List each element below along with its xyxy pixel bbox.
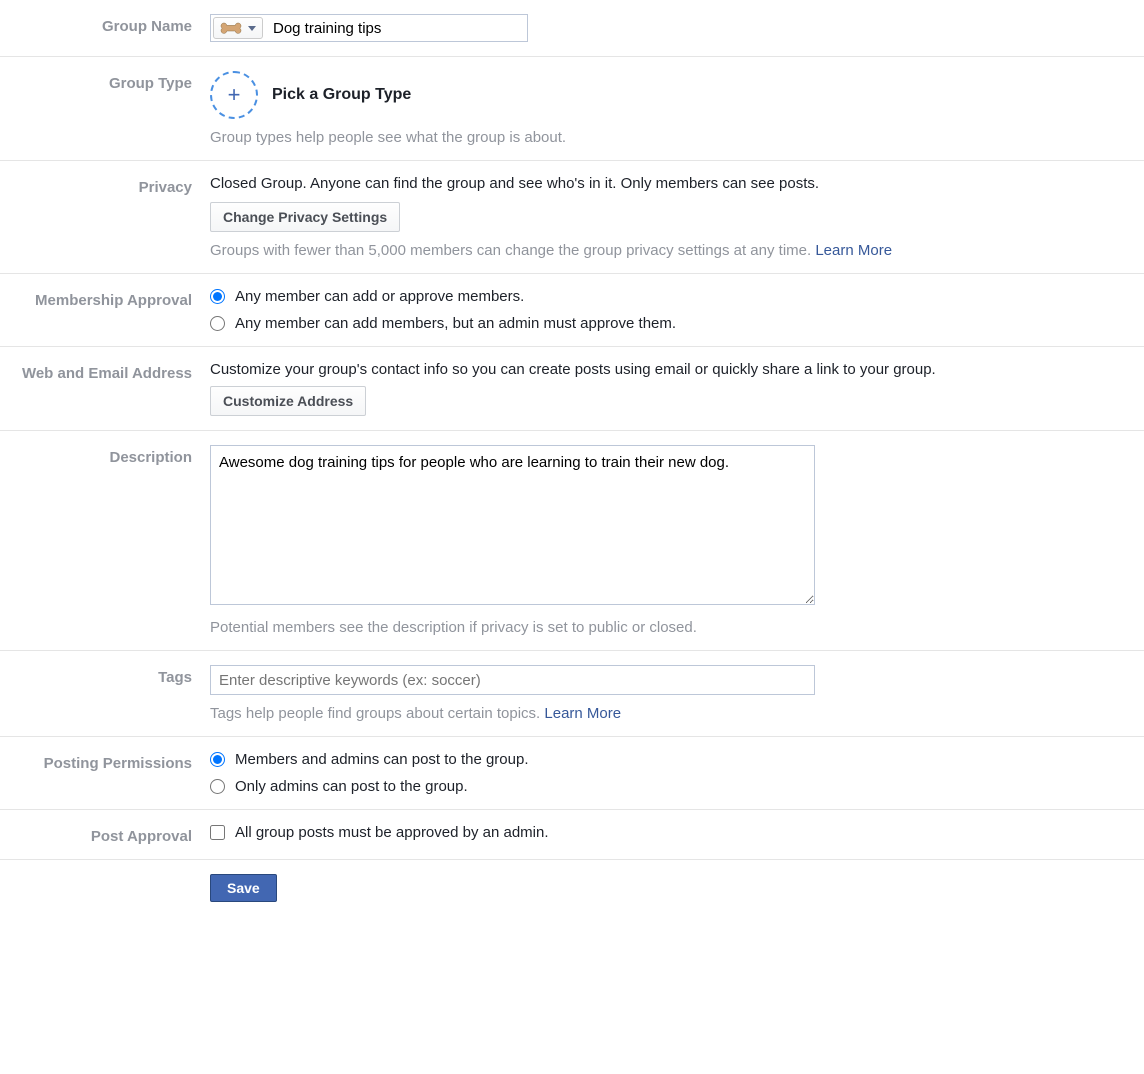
privacy-label: Privacy [0,175,210,259]
web-address-label: Web and Email Address [0,361,210,416]
description-help: Potential members see the description if… [210,619,1124,636]
membership-option-1-label: Any member can add or approve members. [235,288,524,305]
post-approval-checkbox-label: All group posts must be approved by an a… [235,824,549,841]
posting-option-1-radio[interactable] [210,752,225,767]
chevron-down-icon [248,26,256,31]
posting-permissions-row: Posting Permissions Members and admins c… [0,737,1144,810]
posting-option-2-label: Only admins can post to the group. [235,778,468,795]
tags-learn-more-link[interactable]: Learn More [544,705,621,722]
plus-icon: + [228,82,241,108]
privacy-row: Privacy Closed Group. Anyone can find th… [0,161,1144,274]
group-type-help: Group types help people see what the gro… [210,129,1124,146]
tags-input[interactable] [210,665,815,695]
customize-address-button[interactable]: Customize Address [210,386,366,416]
change-privacy-button[interactable]: Change Privacy Settings [210,202,400,232]
membership-approval-row: Membership Approval Any member can add o… [0,274,1144,347]
group-name-input[interactable] [267,16,527,40]
group-type-label: Group Type [0,71,210,146]
post-approval-label: Post Approval [0,824,210,845]
description-textarea[interactable] [210,445,815,605]
post-approval-row: Post Approval All group posts must be ap… [0,810,1144,860]
group-type-row: Group Type + Pick a Group Type Group typ… [0,57,1144,161]
membership-option-2-radio[interactable] [210,316,225,331]
tags-row: Tags Tags help people find groups about … [0,651,1144,737]
description-row: Description Potential members see the de… [0,431,1144,651]
group-name-field-wrapper [210,14,528,42]
pick-group-type-label: Pick a Group Type [272,86,411,104]
save-row: Save [0,860,1144,916]
posting-permissions-label: Posting Permissions [0,751,210,795]
membership-approval-label: Membership Approval [0,288,210,332]
privacy-description: Closed Group. Anyone can find the group … [210,175,1124,192]
web-address-description: Customize your group's contact info so y… [210,361,1124,378]
save-button[interactable]: Save [210,874,277,902]
bone-icon [220,21,242,35]
membership-option-2-label: Any member can add members, but an admin… [235,315,676,332]
membership-option-1-radio[interactable] [210,289,225,304]
add-group-type-button[interactable]: + [210,71,258,119]
tags-label: Tags [0,665,210,722]
web-address-row: Web and Email Address Customize your gro… [0,347,1144,431]
description-label: Description [0,445,210,636]
group-name-label: Group Name [0,14,210,42]
privacy-learn-more-link[interactable]: Learn More [815,242,892,259]
post-approval-checkbox[interactable] [210,825,225,840]
group-name-row: Group Name [0,0,1144,57]
privacy-help: Groups with fewer than 5,000 members can… [210,242,1124,259]
group-icon-picker[interactable] [213,17,263,39]
posting-option-2-radio[interactable] [210,779,225,794]
tags-help: Tags help people find groups about certa… [210,705,1124,722]
posting-option-1-label: Members and admins can post to the group… [235,751,529,768]
